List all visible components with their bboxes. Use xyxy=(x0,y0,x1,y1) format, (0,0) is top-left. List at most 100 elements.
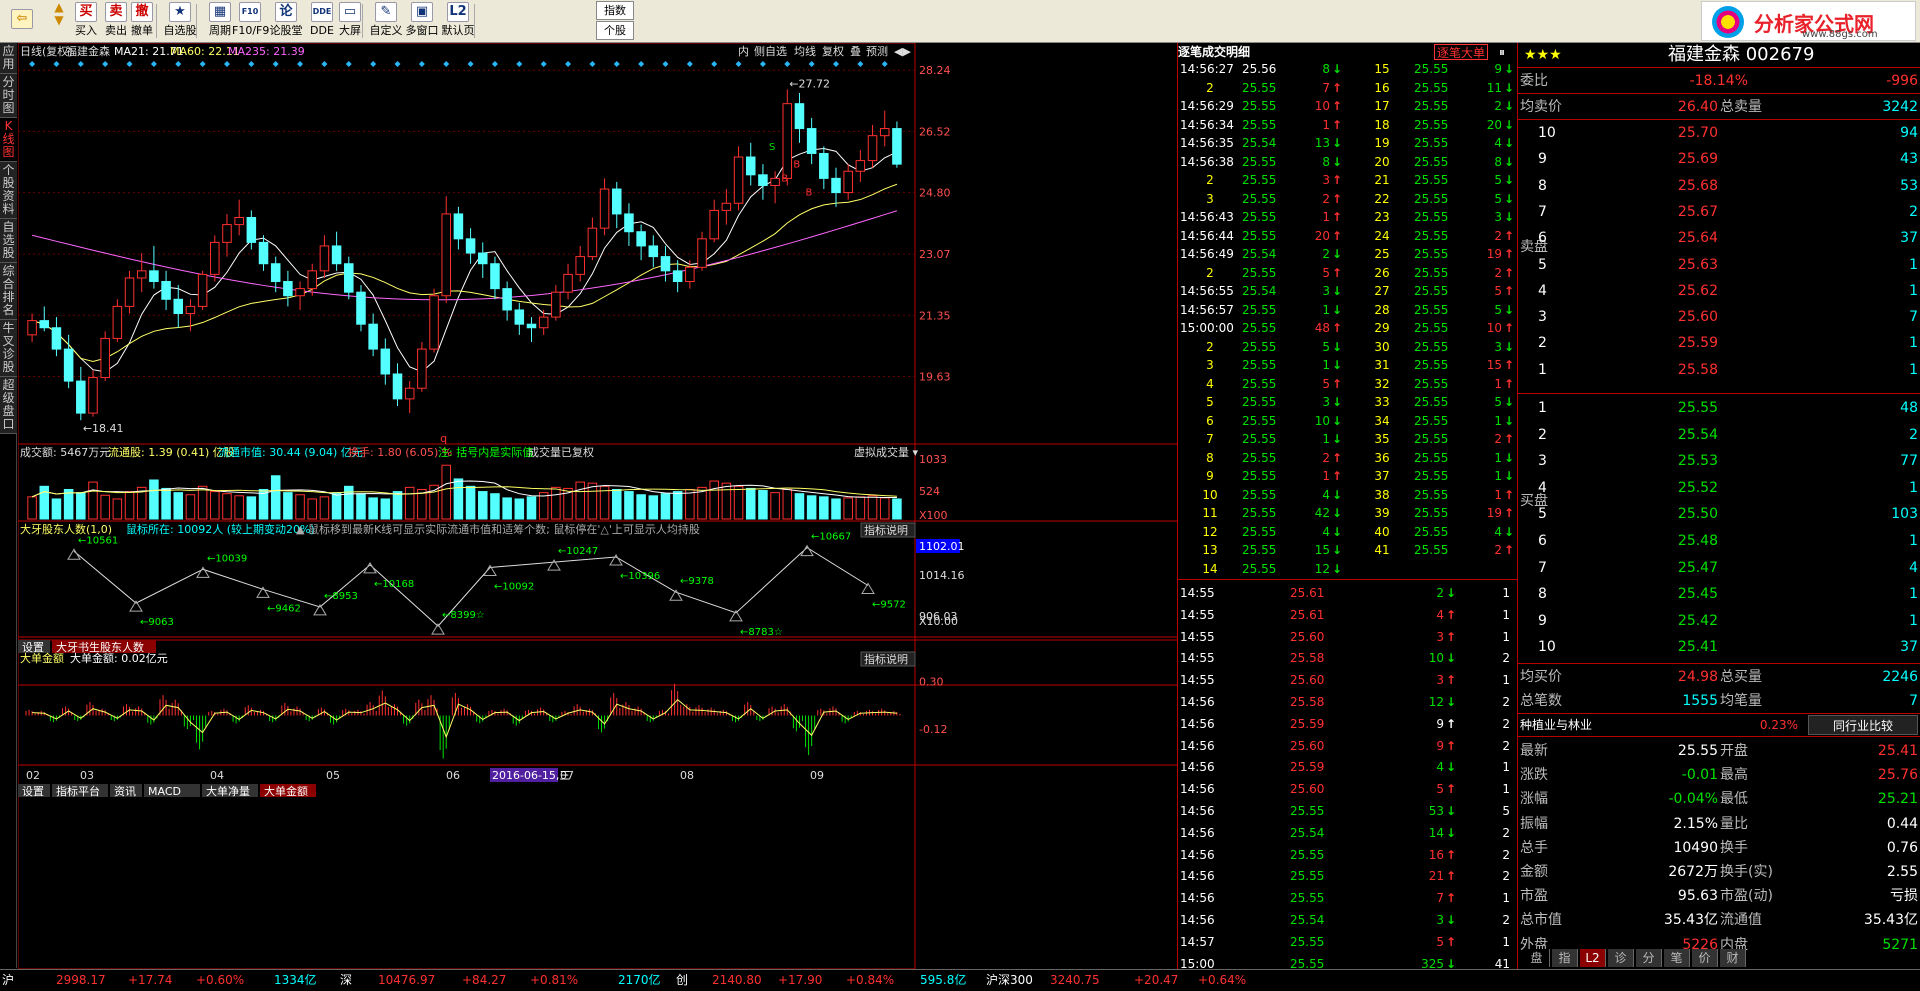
forum-button[interactable]: 论论股堂 xyxy=(268,1,304,41)
kline-btn-6[interactable]: ◀▶ xyxy=(894,45,911,58)
bid-price[interactable]: 25.48 xyxy=(1608,529,1718,553)
bid-price[interactable]: 25.50 xyxy=(1608,502,1718,526)
left-tab-7[interactable]: 牛叉诊股 xyxy=(0,320,17,377)
kline-btn-4[interactable]: 叠 xyxy=(850,45,861,58)
kline-btn-5[interactable]: 预测 xyxy=(866,45,888,58)
ask-price[interactable]: 25.62 xyxy=(1608,279,1718,303)
default-page-button[interactable]: L2 默认页 xyxy=(440,1,476,41)
ask-price[interactable]: 25.64 xyxy=(1608,226,1718,250)
ask-price[interactable]: 25.69 xyxy=(1608,147,1718,171)
candle-body xyxy=(344,263,354,293)
trade-price: 25.54 xyxy=(1242,284,1277,298)
bid-price[interactable]: 25.45 xyxy=(1608,582,1718,606)
quote-tab-6[interactable]: 价 xyxy=(1692,949,1718,967)
kline-chart[interactable]: 日线(复权)福建金森 MA21: 21.71MA60: 22.11MA235: 2… xyxy=(17,42,1177,970)
stock-button[interactable]: 个股 xyxy=(596,21,634,40)
cancel-button[interactable]: 撤撤单 xyxy=(128,1,156,41)
kline-btn-1[interactable]: 侧自选 xyxy=(754,45,787,58)
bid-price[interactable]: 25.54 xyxy=(1608,423,1718,447)
peer-compare-button[interactable]: 同行业比较 xyxy=(1808,715,1918,735)
left-tab-2[interactable]: 分时图 xyxy=(0,74,17,118)
volume-bar xyxy=(843,497,853,520)
divider xyxy=(1518,663,1920,664)
buy-button[interactable]: 买买入 xyxy=(72,1,100,41)
minute-direction-icon: ↑ xyxy=(1446,934,1457,949)
watchlist-button[interactable]: ★ 自选股 xyxy=(162,1,198,41)
bid-price[interactable]: 25.42 xyxy=(1608,609,1718,633)
ask-price[interactable]: 25.58 xyxy=(1608,358,1718,382)
trade-price: 25.55 xyxy=(1242,191,1277,206)
bid-price[interactable]: 25.55 xyxy=(1608,396,1718,420)
ask-price[interactable]: 25.70 xyxy=(1608,121,1718,145)
trade-volume: 11 xyxy=(1486,80,1502,95)
ask-price[interactable]: 25.59 xyxy=(1608,331,1718,355)
candle-body xyxy=(197,273,208,307)
quote-tab-4[interactable]: 分 xyxy=(1636,949,1662,967)
volume-bar xyxy=(611,488,622,520)
index-button[interactable]: 指数 xyxy=(596,1,634,20)
bid-volume: 1 xyxy=(1909,479,1918,496)
logo-url: www.88gs.com xyxy=(1802,29,1878,40)
trade-volume: 10 xyxy=(1486,321,1502,335)
candle-body xyxy=(392,373,403,400)
left-tab-6[interactable]: 综合排名 xyxy=(0,263,17,320)
quote-tab-2[interactable]: L2 xyxy=(1580,949,1606,967)
signal-diamond xyxy=(711,61,718,67)
bid-price[interactable]: 25.53 xyxy=(1608,449,1718,473)
trade-direction-icon: ↑ xyxy=(1332,228,1343,243)
multiwin-button[interactable]: ▣ 多窗口 xyxy=(404,1,440,41)
left-tab-1[interactable]: 应用 xyxy=(0,43,17,74)
trade-volume: 2 xyxy=(1322,247,1330,261)
stat-label: 市盈(动) xyxy=(1720,888,1773,905)
big-order-tab[interactable]: 逐笔大单 xyxy=(1434,44,1489,60)
signal-diamond xyxy=(589,61,596,67)
kline-btn-2[interactable]: 均线 xyxy=(794,44,816,58)
trade-price: 25.55 xyxy=(1414,80,1449,95)
candle-body xyxy=(39,320,50,329)
ask-price[interactable]: 25.60 xyxy=(1608,305,1718,329)
virtual-volume-button[interactable]: 虚拟成交量 ▾ xyxy=(854,445,918,459)
custom-button[interactable]: ✎ 自定义 xyxy=(368,1,404,41)
stat-value: 亏损 xyxy=(1890,888,1918,905)
ask-price[interactable]: 25.63 xyxy=(1608,253,1718,277)
ask-price[interactable]: 25.68 xyxy=(1608,174,1718,198)
ask-level: 5 xyxy=(1538,256,1547,273)
bid-price[interactable]: 25.47 xyxy=(1608,556,1718,580)
kline-ytick: 24.80 xyxy=(919,187,951,200)
quote-tab-1[interactable]: 指 xyxy=(1552,949,1578,967)
sell-button[interactable]: 卖卖出 xyxy=(102,1,130,41)
candle-body xyxy=(745,156,756,176)
quote-tab-7[interactable]: 财 xyxy=(1720,949,1746,967)
trade-price: 25.55 xyxy=(1414,321,1449,335)
minute-direction-icon: ↑ xyxy=(1446,891,1457,906)
trade-volume: 42 xyxy=(1314,506,1330,520)
kline-btn-0[interactable]: 内 xyxy=(738,44,749,58)
kline-btn-3[interactable]: 复权 xyxy=(822,44,844,58)
quote-tab-3[interactable]: 诊 xyxy=(1608,949,1634,967)
left-tab-5[interactable]: 自选股 xyxy=(0,219,17,263)
up-down-button[interactable]: ▲ ▼ xyxy=(48,1,70,41)
left-tab-4[interactable]: 个股资料 xyxy=(0,162,17,219)
q-marker: q xyxy=(440,432,447,445)
back-button[interactable]: ⇦ xyxy=(2,1,42,41)
bid-level: 9 xyxy=(1538,612,1547,629)
minute-price: 25.55 xyxy=(1290,869,1325,884)
holder-value-label: ←10039 xyxy=(207,553,247,564)
ask-price[interactable]: 25.67 xyxy=(1608,200,1718,224)
trade-price: 25.55 xyxy=(1414,228,1449,243)
bid-price[interactable]: 25.52 xyxy=(1608,476,1718,500)
ask-volume: 7 xyxy=(1909,309,1918,326)
bid-price[interactable]: 25.41 xyxy=(1608,635,1718,659)
quote-tab-0[interactable]: 盘 xyxy=(1524,949,1550,967)
f10-button[interactable]: F10 F10/F9 xyxy=(232,1,269,41)
stat-label: 换手 xyxy=(1720,839,1748,856)
pause-icon[interactable]: ⏸ xyxy=(1499,43,1505,61)
trade-time: 36 xyxy=(1374,450,1390,465)
minute-count: 2 xyxy=(1502,716,1510,731)
left-tab-3[interactable]: K线图 xyxy=(0,118,17,162)
minute-volume: 4 xyxy=(1436,607,1444,622)
candle-body xyxy=(429,295,439,350)
quote-tab-5[interactable]: 笔 xyxy=(1664,949,1690,967)
toolbar: ⇦ ▲ ▼ 买买入卖卖出撤撤单 ★ 自选股 ▦ 周期 F10 F10/F9 论论股堂 DDE DDE… xyxy=(0,0,1920,43)
left-tab-8[interactable]: 超级盘口 xyxy=(0,377,17,434)
